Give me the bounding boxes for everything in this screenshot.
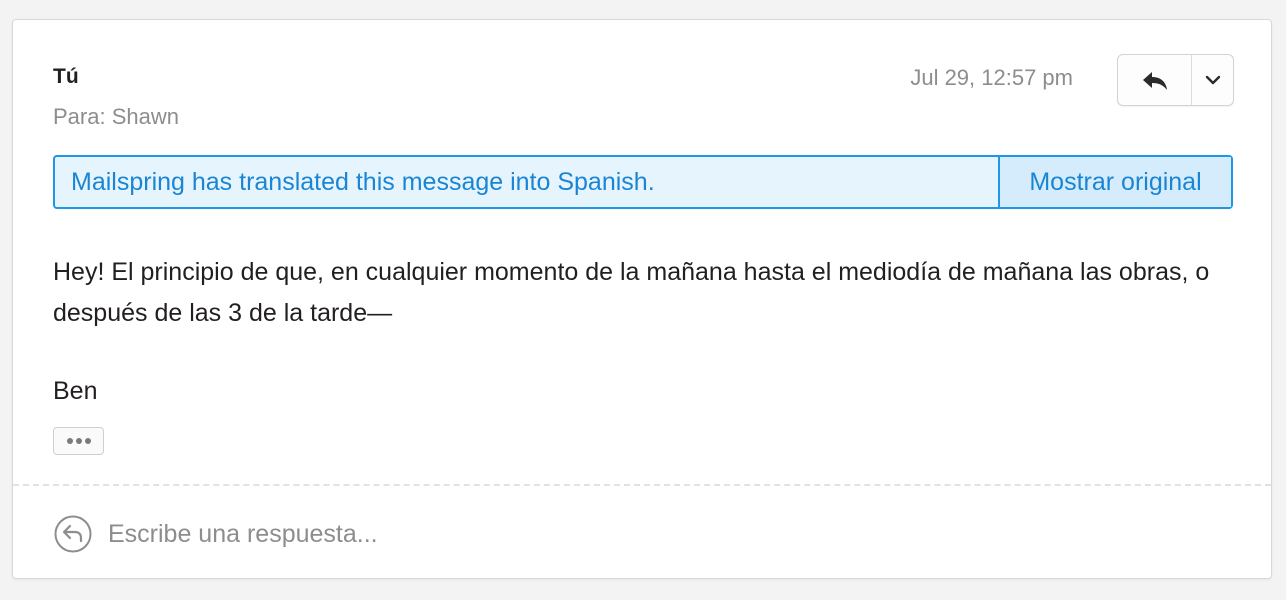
reply-divider xyxy=(13,484,1271,486)
reply-icon xyxy=(1142,72,1167,90)
recipients-line: Para: Shawn xyxy=(53,104,179,129)
message-body: Hey! El principio de que, en cualquier m… xyxy=(53,258,1210,327)
reply-box[interactable]: Escribe una respuesta... xyxy=(53,514,1233,554)
reply-options-button[interactable] xyxy=(1192,55,1233,105)
message-date: Jul 29, 12:57 pm xyxy=(910,65,1073,90)
message-card: Tú Para: Shawn Jul 29, 12:57 pm Mailspri… xyxy=(12,19,1272,579)
sender-name: Tú xyxy=(53,65,79,88)
translation-notice-bar: Mailspring has translated this message i… xyxy=(53,155,1233,209)
translation-notice-text: Mailspring has translated this message i… xyxy=(71,167,655,196)
reply-circle-icon xyxy=(54,515,92,553)
ellipsis-icon xyxy=(66,438,91,444)
message-signature: Ben xyxy=(53,377,98,405)
show-quoted-text-button[interactable] xyxy=(53,427,104,455)
chevron-down-icon xyxy=(1205,75,1220,85)
show-original-button[interactable]: Mostrar original xyxy=(998,157,1231,207)
reply-placeholder: Escribe una respuesta... xyxy=(108,519,378,548)
reply-button[interactable] xyxy=(1118,55,1192,105)
reply-button-group xyxy=(1117,54,1234,106)
